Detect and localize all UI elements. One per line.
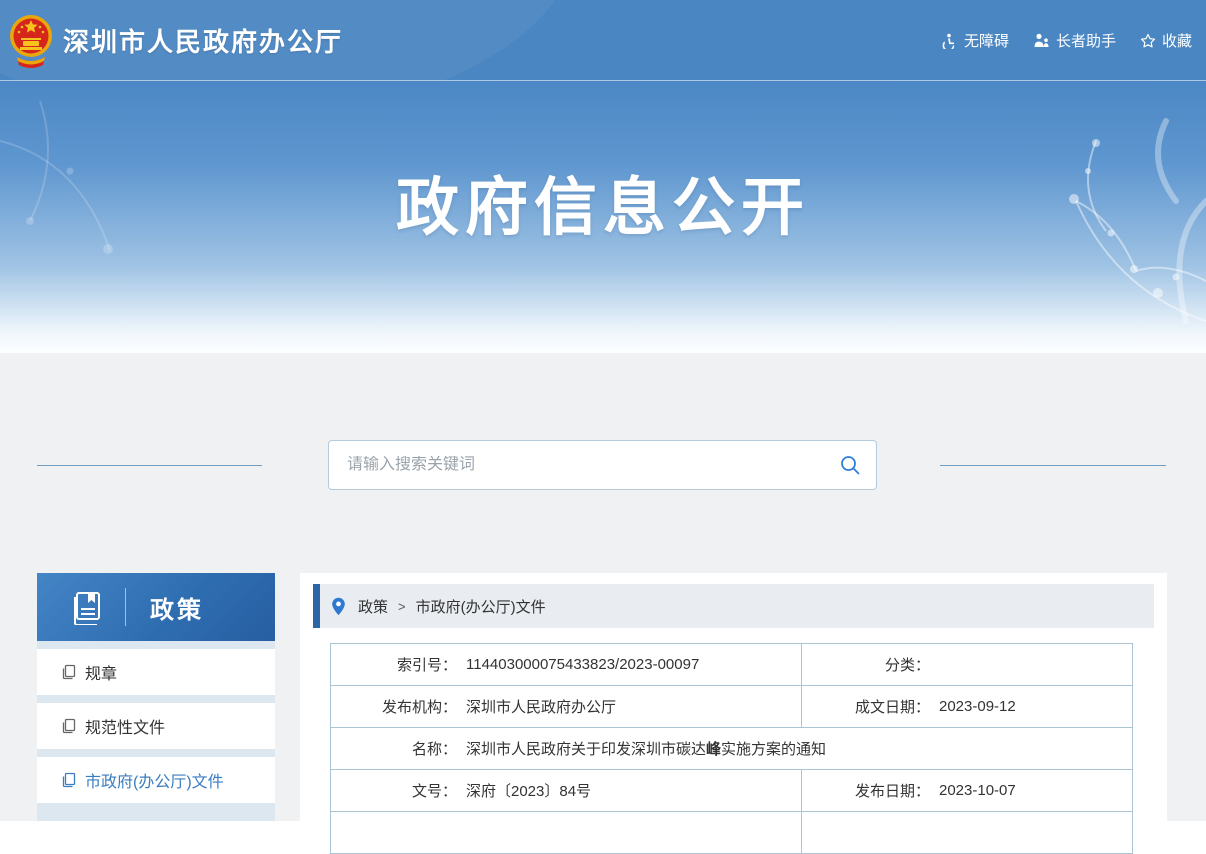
publisher-value: 深圳市人民政府办公厅 — [466, 696, 616, 717]
sidebar-header-divider — [125, 588, 126, 626]
publisher-label: 发布机构： — [331, 696, 457, 717]
doc-number-cell: 文号： 深府〔2023〕84号 — [331, 770, 801, 811]
table-row-name: 名称： 深圳市人民政府关于印发深圳市碳达峰实施方案的通知 — [331, 727, 1132, 769]
name-text-after: 实施方案的通知 — [721, 741, 826, 758]
table-row-doc-number: 文号： 深府〔2023〕84号 发布日期： 2023-10-07 — [331, 769, 1132, 811]
top-header-bar: 深圳市人民政府办公厅 无障碍 长者助手 收藏 — [0, 0, 1206, 81]
table-row-index: 索引号： 114403000075433823/2023-00097 分类： — [331, 644, 1132, 685]
search-input[interactable] — [329, 456, 824, 474]
breadcrumb-root[interactable]: 政策 — [358, 596, 388, 617]
category-label: 分类： — [802, 654, 930, 675]
breadcrumb-current: 市政府(办公厅)文件 — [416, 596, 546, 617]
document-icon — [61, 718, 77, 734]
breadcrumb: 政策 > 市政府(办公厅)文件 — [313, 584, 1154, 628]
accessibility-label: 无障碍 — [964, 30, 1009, 51]
sidebar-item-regulations[interactable]: 规章 — [37, 649, 275, 695]
decorative-line-right — [940, 465, 1166, 466]
favorite-link[interactable]: 收藏 — [1140, 30, 1192, 51]
sidebar-title: 政策 — [150, 590, 204, 625]
sidebar-header: 政策 — [37, 573, 275, 641]
sidebar-item-municipal-government-documents[interactable]: 市政府(办公厅)文件 — [37, 757, 275, 803]
breadcrumb-accent-bar — [313, 584, 320, 628]
index-cell: 索引号： 114403000075433823/2023-00097 — [331, 644, 801, 685]
book-icon — [69, 589, 105, 625]
search-icon — [839, 454, 861, 476]
document-panel: 政策 > 市政府(办公厅)文件 索引号： 114403000075433823/… — [300, 573, 1167, 821]
category-cell: 分类： — [801, 644, 1132, 685]
written-date-value: 2023-09-12 — [939, 698, 1016, 715]
policy-sidebar: 政策 规章 规范性文件 市政府(办公厅)文件 — [37, 573, 275, 821]
doc-number-value: 深府〔2023〕84号 — [466, 780, 591, 801]
sidebar-item-normative-documents[interactable]: 规范性文件 — [37, 703, 275, 749]
doc-number-label: 文号： — [331, 780, 457, 801]
index-label: 索引号： — [331, 654, 457, 675]
document-name: 深圳市人民政府关于印发深圳市碳达峰实施方案的通知 — [466, 738, 826, 759]
index-value: 114403000075433823/2023-00097 — [466, 656, 699, 673]
document-meta-table: 索引号： 114403000075433823/2023-00097 分类： 发… — [330, 643, 1133, 854]
sidebar-item-label: 规范性文件 — [85, 714, 165, 738]
publish-date-value: 2023-10-07 — [939, 782, 1016, 799]
document-icon — [61, 664, 77, 680]
banner-title: 政府信息公开 — [0, 81, 1206, 248]
table-row-partial — [331, 811, 1132, 853]
star-icon — [1140, 33, 1156, 49]
page-banner: 政府信息公开 — [0, 81, 1206, 353]
name-cell: 名称： 深圳市人民政府关于印发深圳市碳达峰实施方案的通知 — [331, 728, 1132, 769]
utility-links: 无障碍 长者助手 收藏 — [942, 0, 1192, 81]
written-date-cell: 成文日期： 2023-09-12 — [801, 686, 1132, 727]
publish-date-label: 发布日期： — [802, 780, 930, 801]
sidebar-item-label: 规章 — [85, 660, 117, 684]
name-label: 名称： — [331, 738, 457, 759]
site-title: 深圳市人民政府办公厅 — [63, 0, 343, 81]
name-text-highlight: 峰 — [706, 741, 721, 758]
location-pin-icon — [331, 597, 346, 616]
sidebar-item-label: 市政府(办公厅)文件 — [85, 768, 224, 792]
elder-helper-icon — [1033, 33, 1050, 49]
name-text-before: 深圳市人民政府关于印发深圳市碳达 — [466, 741, 706, 758]
accessibility-icon — [942, 33, 958, 49]
publish-date-cell: 发布日期： 2023-10-07 — [801, 770, 1132, 811]
table-row-publisher: 发布机构： 深圳市人民政府办公厅 成文日期： 2023-09-12 — [331, 685, 1132, 727]
favorite-label: 收藏 — [1162, 30, 1192, 51]
search-box — [328, 440, 877, 490]
main-content-area: 政策 规章 规范性文件 市政府(办公厅)文件 — [0, 353, 1206, 821]
search-button[interactable] — [824, 441, 876, 489]
partial-cell-right — [801, 812, 1132, 853]
national-emblem-logo — [9, 12, 53, 70]
elder-helper-label: 长者助手 — [1056, 30, 1116, 51]
breadcrumb-separator: > — [398, 599, 406, 614]
document-icon — [61, 772, 77, 788]
decorative-line-left — [37, 465, 262, 466]
elder-helper-link[interactable]: 长者助手 — [1033, 30, 1116, 51]
publisher-cell: 发布机构： 深圳市人民政府办公厅 — [331, 686, 801, 727]
accessibility-link[interactable]: 无障碍 — [942, 30, 1009, 51]
partial-cell-left — [331, 812, 801, 853]
written-date-label: 成文日期： — [802, 696, 930, 717]
